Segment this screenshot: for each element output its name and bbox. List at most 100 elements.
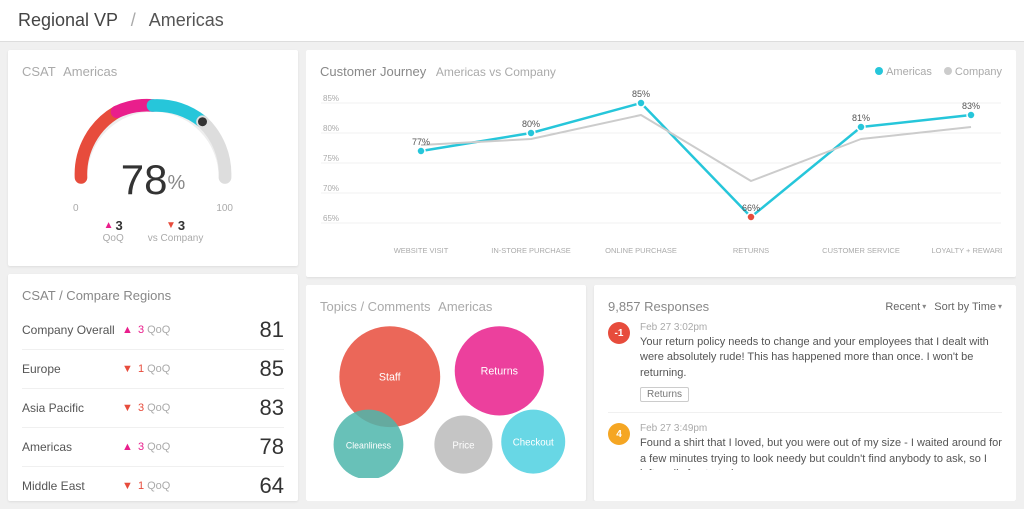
region-name: Middle East	[22, 479, 122, 493]
region-row: Europe ▼ 1 QoQ 85	[22, 350, 284, 389]
arrow-up-icon: ▲	[122, 324, 133, 336]
bubbles-container: Staff Returns Cleanliness	[320, 318, 572, 478]
svg-text:77%: 77%	[412, 137, 430, 147]
region-change: ▼ 1 QoQ	[122, 363, 244, 375]
csat-card: CSAT Americas	[8, 50, 298, 266]
comment-item: -1 Feb 27 3:02pm Your return policy need…	[608, 322, 1002, 402]
journey-header: Customer Journey Americas vs Company Ame…	[320, 64, 1002, 79]
region-score: 83	[244, 395, 284, 421]
comment-text: Your return policy needs to change and y…	[640, 335, 1002, 381]
comment-text: Found a shirt that I loved, but you were…	[640, 436, 1002, 470]
region-change: ▲ 3 QoQ	[122, 324, 244, 336]
gauge-labels: 0 100	[73, 203, 233, 214]
region-name: Company Overall	[22, 323, 122, 337]
svg-text:75%: 75%	[323, 154, 339, 163]
region-name: Americas	[22, 440, 122, 454]
topics-title: Topics / Comments Americas	[320, 299, 572, 314]
gauge-container: 78 % 0 100 ▲ 3 QoQ	[22, 87, 284, 244]
comment-list: -1 Feb 27 3:02pm Your return policy need…	[608, 322, 1002, 470]
comments-card: 9,857 Responses Recent ▾ Sort by Time ▾	[594, 285, 1016, 501]
region-score: 81	[244, 317, 284, 343]
csat-card-title: CSAT Americas	[22, 64, 284, 79]
svg-text:ONLINE PURCHASE: ONLINE PURCHASE	[605, 246, 677, 255]
comment-body: Feb 27 3:49pm Found a shirt that I loved…	[640, 423, 1002, 470]
svg-text:Cleanliness: Cleanliness	[346, 440, 392, 450]
svg-text:66%: 66%	[742, 203, 760, 213]
sort-controls: Recent ▾ Sort by Time ▾	[885, 301, 1002, 313]
svg-text:85%: 85%	[323, 94, 339, 103]
svg-text:85%: 85%	[632, 89, 650, 99]
region-list: Company Overall ▲ 3 QoQ 81 Europe ▼ 1 Qo…	[22, 311, 284, 501]
region-change: ▼ 1 QoQ	[122, 480, 244, 492]
sort-time-dropdown[interactable]: Sort by Time ▾	[934, 301, 1002, 313]
right-column: Customer Journey Americas vs Company Ame…	[306, 50, 1016, 501]
chevron-down-icon: ▾	[922, 302, 926, 311]
region-score: 64	[244, 473, 284, 499]
region-row: Americas ▲ 3 QoQ 78	[22, 428, 284, 467]
region-change: ▲ 3 QoQ	[122, 441, 244, 453]
journey-chart-svg: 85% 80% 75% 70% 65%	[320, 83, 1002, 263]
breadcrumb-root: Regional VP	[18, 10, 118, 30]
stat-vs-company: ▼ 3 vs Company	[148, 218, 204, 244]
comments-header: 9,857 Responses Recent ▾ Sort by Time ▾	[608, 299, 1002, 314]
left-column: CSAT Americas	[8, 50, 298, 501]
journey-card: Customer Journey Americas vs Company Ame…	[306, 50, 1016, 277]
svg-text:Returns: Returns	[481, 366, 518, 378]
compare-title: CSAT / Compare Regions	[22, 288, 284, 303]
svg-text:LOYALTY + REWARDS: LOYALTY + REWARDS	[931, 246, 1002, 255]
comment-date: Feb 27 3:49pm	[640, 423, 1002, 434]
region-score: 78	[244, 434, 284, 460]
page-header: Regional VP / Americas	[0, 0, 1024, 42]
gauge-value: 78	[121, 159, 168, 201]
arrow-up-icon: ▲	[104, 220, 114, 231]
comment-score-badge: -1	[608, 322, 630, 344]
americas-legend-dot	[875, 67, 883, 75]
comment-item: 4 Feb 27 3:49pm Found a shirt that I lov…	[608, 423, 1002, 470]
main-content: CSAT Americas	[0, 42, 1024, 509]
breadcrumb-separator: /	[131, 10, 136, 30]
bottom-row: Topics / Comments Americas Staff Returns	[306, 285, 1016, 501]
svg-text:80%: 80%	[323, 124, 339, 133]
gauge-pct: %	[167, 172, 185, 195]
svg-text:81%: 81%	[852, 113, 870, 123]
region-change: ▼ 3 QoQ	[122, 402, 244, 414]
bubbles-svg: Staff Returns Cleanliness	[320, 318, 572, 478]
arrow-down-icon: ▼	[122, 402, 133, 414]
comment-date: Feb 27 3:02pm	[640, 322, 1002, 333]
journey-subtitle: Americas vs Company	[436, 65, 556, 79]
chevron-down-icon2: ▾	[998, 302, 1002, 311]
svg-text:IN-STORE PURCHASE: IN-STORE PURCHASE	[491, 246, 570, 255]
svg-text:83%: 83%	[962, 101, 980, 111]
svg-text:65%: 65%	[323, 214, 339, 223]
comment-divider	[608, 412, 1002, 413]
region-name: Asia Pacific	[22, 401, 122, 415]
arrow-down-icon: ▼	[122, 363, 133, 375]
svg-text:Price: Price	[452, 440, 474, 451]
svg-text:Checkout: Checkout	[513, 437, 554, 448]
region-row: Asia Pacific ▼ 3 QoQ 83	[22, 389, 284, 428]
stat-qoq: ▲ 3 QoQ	[103, 218, 124, 244]
breadcrumb-current: Americas	[149, 10, 224, 30]
region-row: Company Overall ▲ 3 QoQ 81	[22, 311, 284, 350]
region-name: Europe	[22, 362, 122, 376]
page-container: Regional VP / Americas CSAT Americas	[0, 0, 1024, 509]
region-row: Middle East ▼ 1 QoQ 64	[22, 467, 284, 501]
journey-title: Customer Journey	[320, 64, 426, 79]
comment-tag: Returns	[640, 387, 689, 402]
topics-card: Topics / Comments Americas Staff Returns	[306, 285, 586, 501]
company-legend-dot	[944, 67, 952, 75]
comment-score-badge: 4	[608, 423, 630, 445]
svg-text:RETURNS: RETURNS	[733, 246, 769, 255]
svg-text:70%: 70%	[323, 184, 339, 193]
arrow-down-icon: ▼	[122, 480, 133, 492]
compare-regions-card: CSAT / Compare Regions Company Overall ▲…	[8, 274, 298, 501]
journey-legend: Americas Company	[875, 66, 1002, 78]
journey-chart: 85% 80% 75% 70% 65%	[320, 83, 1002, 263]
arrow-down-icon: ▼	[166, 220, 176, 231]
comments-responses: 9,857 Responses	[608, 299, 709, 314]
arrow-up-icon: ▲	[122, 441, 133, 453]
comment-body: Feb 27 3:02pm Your return policy needs t…	[640, 322, 1002, 402]
svg-text:80%: 80%	[522, 119, 540, 129]
recent-dropdown[interactable]: Recent ▾	[885, 301, 926, 313]
region-score: 85	[244, 356, 284, 382]
